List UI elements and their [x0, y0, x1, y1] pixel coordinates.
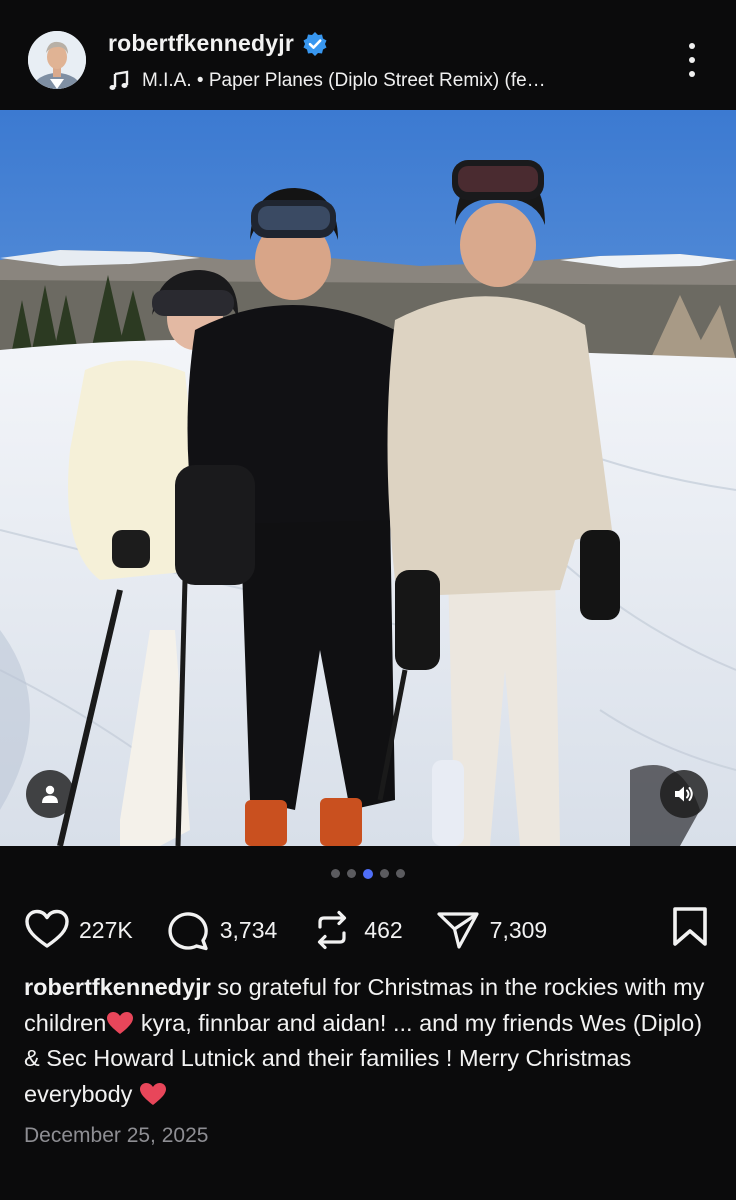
music-note-icon	[109, 70, 129, 90]
music-track[interactable]: M.I.A. • Paper Planes (Diplo Street Remi…	[108, 70, 546, 92]
carousel-indicator	[0, 868, 736, 879]
share-button[interactable]: 7,309	[435, 907, 548, 953]
red-heart-emoji-icon	[139, 1082, 166, 1105]
carousel-dot	[380, 869, 389, 878]
ski-photo-image	[0, 110, 736, 846]
post-actions: 227K 3,734 462 7,309	[24, 906, 579, 954]
post-header: robertfkennedyjr M.I.A. • Paper Planes (…	[0, 0, 736, 110]
red-heart-emoji-icon	[107, 1011, 134, 1034]
person-icon	[42, 785, 58, 803]
post-date: December 25, 2025	[24, 1124, 209, 1147]
carousel-dot	[396, 869, 405, 878]
carousel-dot	[331, 869, 340, 878]
post-photo[interactable]	[0, 110, 736, 846]
music-track-label: M.I.A. • Paper Planes (Diplo Street Remi…	[142, 70, 546, 91]
heart-icon	[25, 909, 69, 948]
more-options-icon[interactable]	[680, 43, 704, 77]
share-paper-plane-icon	[437, 912, 479, 949]
post-caption: robertfkennedyjr so grateful for Christm…	[24, 970, 714, 1112]
comment-bubble-icon	[168, 912, 208, 951]
avatar[interactable]	[28, 31, 86, 89]
repost-count: 462	[364, 916, 403, 943]
share-count: 7,309	[489, 916, 548, 943]
like-button[interactable]: 227K	[24, 907, 133, 953]
bookmark-icon[interactable]	[670, 906, 710, 948]
like-count: 227K	[79, 916, 133, 943]
speaker-icon	[675, 786, 693, 802]
comment-button[interactable]: 3,734	[165, 907, 278, 953]
verified-badge-icon	[303, 31, 327, 56]
sound-toggle-button[interactable]	[660, 770, 708, 818]
username[interactable]: robertfkennedyjr	[108, 30, 294, 57]
carousel-dot-active	[363, 868, 373, 879]
caption-username[interactable]: robertfkennedyjr	[24, 974, 211, 1000]
tagged-people-button[interactable]	[26, 770, 74, 818]
carousel-dot	[347, 869, 356, 878]
comment-count: 3,734	[219, 916, 278, 943]
repost-button[interactable]: 462	[309, 907, 403, 953]
repost-icon	[318, 910, 347, 950]
